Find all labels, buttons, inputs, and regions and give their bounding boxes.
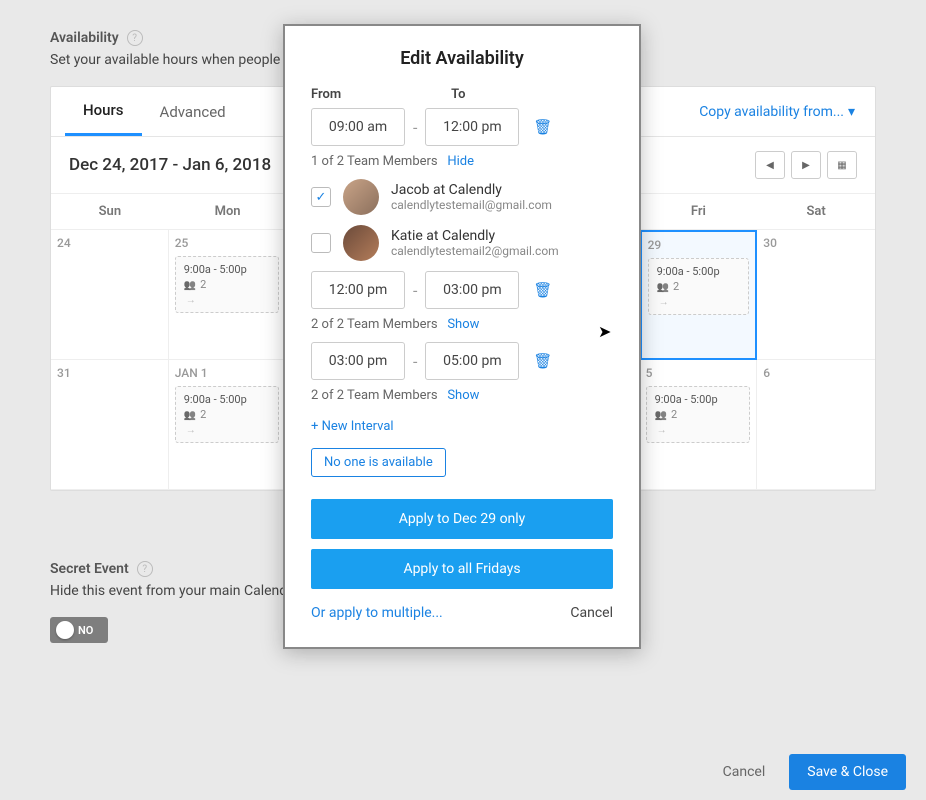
from-time-input[interactable]: 09:00 am [311, 108, 405, 146]
calendar-picker-button[interactable]: ▦ [827, 151, 857, 179]
event-time: 9:00a - 5:00p [657, 265, 741, 278]
toggle-label: NO [78, 624, 93, 637]
secret-event-title: Secret Event [50, 561, 129, 577]
help-icon[interactable]: ? [127, 30, 143, 46]
tab-advanced[interactable]: Advanced [142, 89, 244, 135]
show-members-link[interactable]: Show [447, 388, 479, 403]
event-count: 2 [673, 280, 679, 293]
people-icon [657, 280, 669, 293]
save-close-button[interactable]: Save & Close [789, 754, 906, 790]
chevron-down-icon: ▾ [848, 104, 855, 120]
member-name: Katie at Calendly [391, 228, 559, 244]
event-time: 9:00a - 5:00p [184, 393, 271, 406]
cal-cell[interactable]: 30 [757, 230, 875, 360]
copy-availability-label: Copy availability from... [699, 104, 844, 120]
day-number: 30 [763, 236, 869, 250]
people-icon [655, 408, 667, 421]
dash: - [413, 118, 417, 137]
cal-cell-selected[interactable]: 29 9:00a - 5:00p 2 [640, 230, 758, 360]
team-members-label: 2 of 2 Team Members [311, 388, 438, 403]
trash-icon[interactable]: 🗑 [533, 281, 552, 299]
availability-title: Availability [50, 30, 119, 46]
event-count: 2 [671, 408, 677, 421]
from-label: From [311, 87, 341, 102]
team-members-label: 1 of 2 Team Members [311, 154, 438, 169]
day-number: 6 [763, 366, 869, 380]
availability-block[interactable]: 9:00a - 5:00p 2 [646, 386, 751, 443]
trash-icon[interactable]: 🗑 [533, 352, 552, 370]
cal-cell[interactable]: JAN 1 9:00a - 5:00p 2 [169, 360, 287, 490]
event-count: 2 [200, 408, 206, 421]
day-number: JAN 1 [175, 366, 280, 380]
to-time-input[interactable]: 05:00 pm [425, 342, 519, 380]
to-time-input[interactable]: 03:00 pm [425, 271, 519, 309]
tab-hours[interactable]: Hours [65, 87, 142, 136]
arrow-icon [184, 295, 271, 306]
no-one-available-button[interactable]: No one is available [311, 448, 446, 477]
day-head-mon: Mon [169, 194, 287, 230]
modal-title: Edit Availability [311, 48, 613, 69]
day-head-sat: Sat [757, 194, 875, 230]
toggle-knob [56, 621, 74, 639]
day-number: 25 [175, 236, 280, 250]
trash-icon[interactable]: 🗑 [533, 118, 552, 136]
help-icon[interactable]: ? [137, 561, 153, 577]
avatar [343, 225, 379, 261]
apply-multiple-link[interactable]: Or apply to multiple... [311, 605, 443, 621]
new-interval-link[interactable]: + New Interval [311, 419, 394, 434]
member-checkbox[interactable]: ✓ [311, 187, 331, 207]
to-time-input[interactable]: 12:00 pm [425, 108, 519, 146]
day-number: 5 [646, 366, 751, 380]
dash: - [413, 352, 417, 371]
day-number: 24 [57, 236, 162, 250]
availability-block[interactable]: 9:00a - 5:00p 2 [648, 258, 750, 315]
copy-availability-link[interactable]: Copy availability from... ▾ [699, 104, 861, 120]
next-week-button[interactable]: ▶ [791, 151, 821, 179]
from-time-input[interactable]: 12:00 pm [311, 271, 405, 309]
apply-to-weekday-button[interactable]: Apply to all Fridays [311, 549, 613, 589]
cal-cell[interactable]: 24 [51, 230, 169, 360]
cal-cell[interactable]: 6 [757, 360, 875, 490]
avatar [343, 179, 379, 215]
day-head-sun: Sun [51, 194, 169, 230]
cal-cell[interactable]: 31 [51, 360, 169, 490]
secret-toggle[interactable]: NO [50, 617, 108, 643]
show-members-link[interactable]: Show [447, 317, 479, 332]
edit-availability-modal: Edit Availability From To 09:00 am - 12:… [283, 24, 641, 649]
day-number: 31 [57, 366, 162, 380]
availability-block[interactable]: 9:00a - 5:00p 2 [175, 256, 280, 313]
cal-cell[interactable]: 5 9:00a - 5:00p 2 [640, 360, 758, 490]
people-icon [184, 278, 196, 291]
modal-cancel-button[interactable]: Cancel [570, 605, 613, 621]
to-label: To [451, 87, 465, 102]
team-members-label: 2 of 2 Team Members [311, 317, 438, 332]
arrow-icon [184, 425, 271, 436]
prev-week-button[interactable]: ◀ [755, 151, 785, 179]
arrow-icon [657, 297, 741, 308]
people-icon [184, 408, 196, 421]
member-email: calendlytestemail2@gmail.com [391, 244, 559, 258]
arrow-icon [655, 425, 742, 436]
day-head-fri: Fri [640, 194, 758, 230]
date-range: Dec 24, 2017 - Jan 6, 2018 [69, 155, 271, 175]
dash: - [413, 281, 417, 300]
member-email: calendlytestemail@gmail.com [391, 198, 552, 212]
event-time: 9:00a - 5:00p [184, 263, 271, 276]
member-checkbox[interactable] [311, 233, 331, 253]
hide-members-link[interactable]: Hide [447, 154, 474, 169]
from-time-input[interactable]: 03:00 pm [311, 342, 405, 380]
day-number: 29 [648, 238, 750, 252]
member-name: Jacob at Calendly [391, 182, 552, 198]
event-count: 2 [200, 278, 206, 291]
apply-to-date-button[interactable]: Apply to Dec 29 only [311, 499, 613, 539]
cal-cell[interactable]: 25 9:00a - 5:00p 2 [169, 230, 287, 360]
availability-block[interactable]: 9:00a - 5:00p 2 [175, 386, 280, 443]
event-time: 9:00a - 5:00p [655, 393, 742, 406]
cancel-button[interactable]: Cancel [709, 756, 780, 788]
